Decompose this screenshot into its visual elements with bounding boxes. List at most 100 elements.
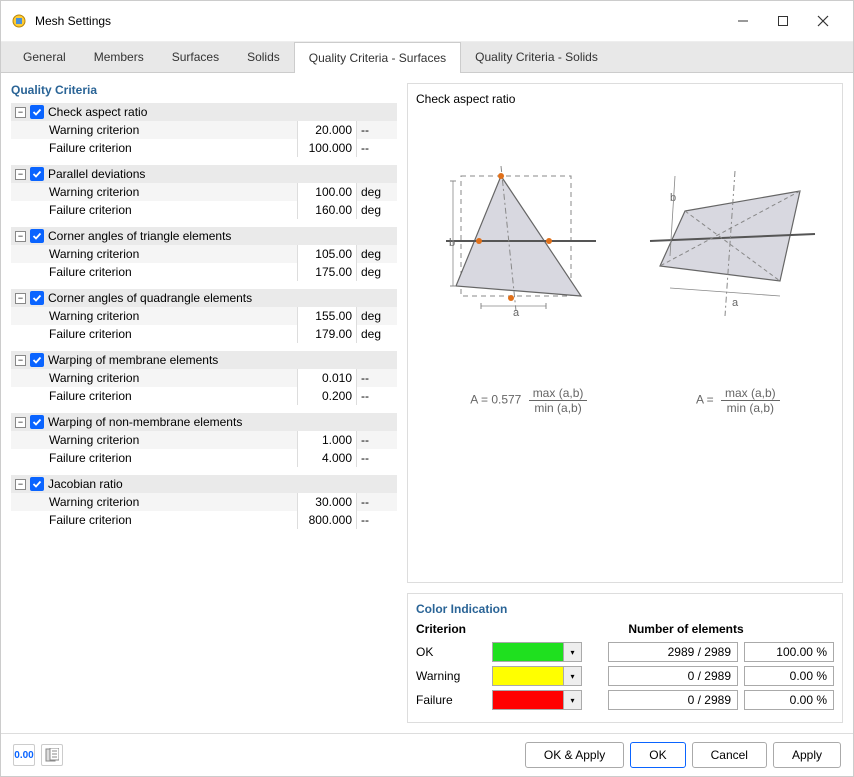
element-count-field: 0 / 2989 xyxy=(608,666,738,686)
criteria-row: Warning criterion 0.010 -- xyxy=(11,369,397,387)
expander-icon[interactable]: − xyxy=(15,479,26,490)
formula-2: A = max (a,b) min (a,b) xyxy=(696,386,780,415)
criteria-row-value[interactable]: 100.00 xyxy=(297,183,357,201)
label-a: a xyxy=(732,297,739,309)
window-title: Mesh Settings xyxy=(35,14,723,28)
criteria-row-label: Warning criterion xyxy=(49,307,297,325)
criteria-row: Warning criterion 155.00 deg xyxy=(11,307,397,325)
criteria-group-header[interactable]: − Corner angles of triangle elements xyxy=(11,227,397,245)
formula-1: A = 0.577 max (a,b) min (a,b) xyxy=(470,386,587,415)
minimize-button[interactable] xyxy=(723,7,763,35)
tab-members[interactable]: Members xyxy=(80,42,158,72)
criteria-row-value[interactable]: 155.00 xyxy=(297,307,357,325)
tab-bar: GeneralMembersSurfacesSolidsQuality Crit… xyxy=(1,42,853,73)
expander-icon[interactable]: − xyxy=(15,355,26,366)
dropdown-icon[interactable]: ▾ xyxy=(563,643,581,661)
criteria-row-unit: deg xyxy=(357,263,397,281)
criteria-group-header[interactable]: − Check aspect ratio xyxy=(11,103,397,121)
color-picker[interactable]: ▾ xyxy=(492,642,582,662)
criteria-group-header[interactable]: − Corner angles of quadrangle elements xyxy=(11,289,397,307)
criteria-row-label: Warning criterion xyxy=(49,493,297,511)
criteria-row: Failure criterion 4.000 -- xyxy=(11,449,397,467)
criteria-row: Failure criterion 0.200 -- xyxy=(11,387,397,405)
color-picker[interactable]: ▾ xyxy=(492,690,582,710)
label-b: b xyxy=(449,237,455,249)
color-row-label: Warning xyxy=(416,669,486,683)
criteria-row: Warning criterion 1.000 -- xyxy=(11,431,397,449)
criteria-group-label: Corner angles of quadrangle elements xyxy=(48,291,252,305)
ok-button[interactable]: OK xyxy=(630,742,685,768)
tab-quality-criteria-solids[interactable]: Quality Criteria - Solids xyxy=(461,42,612,72)
diagram-area: b a b a xyxy=(416,116,834,376)
criteria-row-value[interactable]: 105.00 xyxy=(297,245,357,263)
color-row-label: Failure xyxy=(416,693,486,707)
color-picker[interactable]: ▾ xyxy=(492,666,582,686)
criteria-row: Warning criterion 100.00 deg xyxy=(11,183,397,201)
expander-icon[interactable]: − xyxy=(15,293,26,304)
criteria-row-value[interactable]: 800.000 xyxy=(297,511,357,529)
quadrangle-diagram: b a xyxy=(640,156,820,336)
expander-icon[interactable]: − xyxy=(15,169,26,180)
cancel-button[interactable]: Cancel xyxy=(692,742,767,768)
criteria-row-value[interactable]: 175.00 xyxy=(297,263,357,281)
criteria-row-value[interactable]: 30.000 xyxy=(297,493,357,511)
criteria-row: Warning criterion 105.00 deg xyxy=(11,245,397,263)
criteria-row-value[interactable]: 1.000 xyxy=(297,431,357,449)
units-button[interactable]: 0.00 xyxy=(13,744,35,766)
criteria-row-label: Warning criterion xyxy=(49,183,297,201)
criteria-row-value[interactable]: 4.000 xyxy=(297,449,357,467)
formula-row: A = 0.577 max (a,b) min (a,b) A = max (a… xyxy=(416,386,834,415)
dropdown-icon[interactable]: ▾ xyxy=(563,691,581,709)
criteria-row-value[interactable]: 179.00 xyxy=(297,325,357,343)
checkbox[interactable] xyxy=(30,477,44,491)
content-area: Quality Criteria − Check aspect ratio Wa… xyxy=(1,73,853,733)
maximize-button[interactable] xyxy=(763,7,803,35)
criteria-row-label: Failure criterion xyxy=(49,201,297,219)
criteria-row: Failure criterion 175.00 deg xyxy=(11,263,397,281)
tab-general[interactable]: General xyxy=(9,42,80,72)
checkbox[interactable] xyxy=(30,229,44,243)
color-heading: Color Indication xyxy=(416,602,834,616)
criteria-group-header[interactable]: − Warping of membrane elements xyxy=(11,351,397,369)
preview-title: Check aspect ratio xyxy=(416,92,834,106)
save-template-button[interactable] xyxy=(41,744,63,766)
header-elements: Number of elements xyxy=(576,622,796,636)
tab-surfaces[interactable]: Surfaces xyxy=(158,42,233,72)
checkbox[interactable] xyxy=(30,353,44,367)
criteria-row-value[interactable]: 0.010 xyxy=(297,369,357,387)
ok-apply-button[interactable]: OK & Apply xyxy=(525,742,624,768)
header-criterion: Criterion xyxy=(416,622,486,636)
criteria-row-label: Failure criterion xyxy=(49,139,297,157)
checkbox[interactable] xyxy=(30,291,44,305)
criteria-row-label: Warning criterion xyxy=(49,245,297,263)
apply-button[interactable]: Apply xyxy=(773,742,841,768)
criteria-row-label: Failure criterion xyxy=(49,449,297,467)
criteria-row-value[interactable]: 100.000 xyxy=(297,139,357,157)
color-headers: Criterion Number of elements xyxy=(416,622,834,636)
criteria-row: Failure criterion 800.000 -- xyxy=(11,511,397,529)
criteria-group-header[interactable]: − Jacobian ratio xyxy=(11,475,397,493)
color-row: OK ▾ 2989 / 2989 100.00 % xyxy=(416,642,834,662)
checkbox[interactable] xyxy=(30,167,44,181)
criteria-row-unit: -- xyxy=(357,431,397,449)
criteria-row-value[interactable]: 20.000 xyxy=(297,121,357,139)
checkbox[interactable] xyxy=(30,415,44,429)
criteria-group-label: Jacobian ratio xyxy=(48,477,123,491)
criteria-row-value[interactable]: 0.200 xyxy=(297,387,357,405)
checkbox[interactable] xyxy=(30,105,44,119)
criteria-group-label: Warping of non-membrane elements xyxy=(48,415,242,429)
expander-icon[interactable]: − xyxy=(15,417,26,428)
right-panel: Check aspect ratio b a xyxy=(407,83,843,723)
criteria-group-header[interactable]: − Warping of non-membrane elements xyxy=(11,413,397,431)
expander-icon[interactable]: − xyxy=(15,231,26,242)
tab-solids[interactable]: Solids xyxy=(233,42,294,72)
criteria-row-unit: deg xyxy=(357,183,397,201)
criteria-group-header[interactable]: − Parallel deviations xyxy=(11,165,397,183)
criteria-row-unit: -- xyxy=(357,493,397,511)
tab-quality-criteria-surfaces[interactable]: Quality Criteria - Surfaces xyxy=(294,42,461,73)
criteria-row-value[interactable]: 160.00 xyxy=(297,201,357,219)
expander-icon[interactable]: − xyxy=(15,107,26,118)
close-button[interactable] xyxy=(803,7,843,35)
dropdown-icon[interactable]: ▾ xyxy=(563,667,581,685)
criteria-row: Failure criterion 179.00 deg xyxy=(11,325,397,343)
